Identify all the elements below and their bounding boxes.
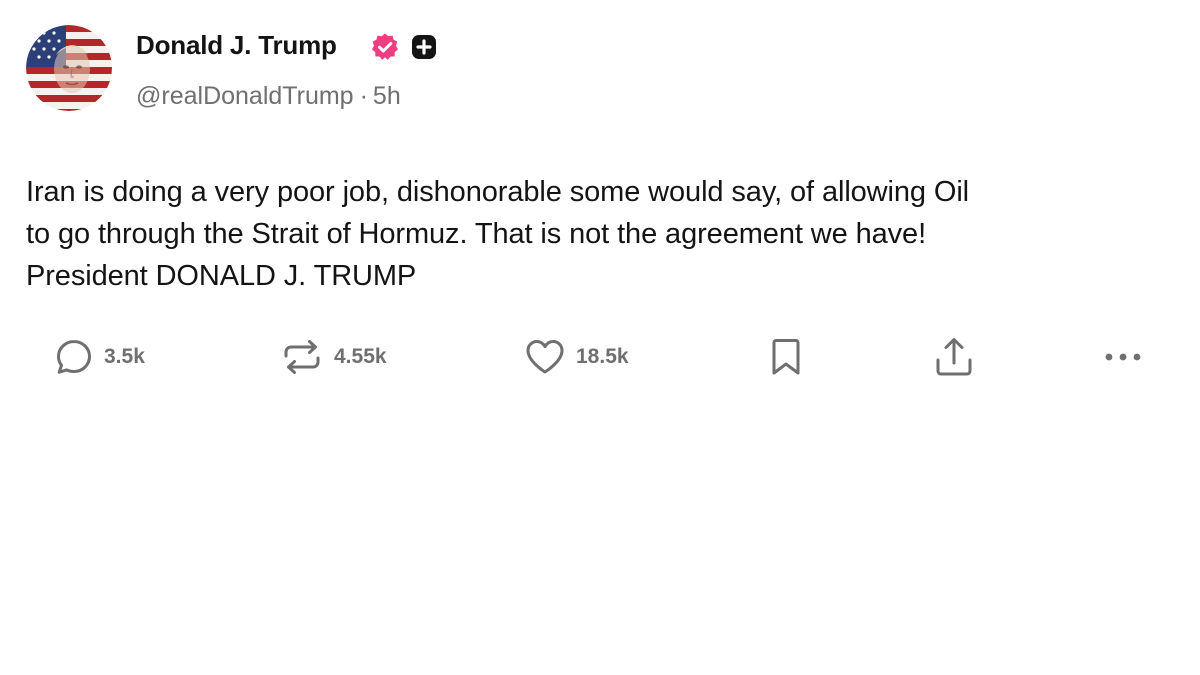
share-upload-icon xyxy=(936,338,972,376)
verified-check-badge-icon xyxy=(370,32,400,62)
post-card: Donald J. Trump @realDonaldTrump · 5h Iran… xyxy=(0,0,1200,675)
more-options-button[interactable] xyxy=(1100,337,1146,377)
post-text-line: to go through the Strait of Hormuz. That… xyxy=(26,218,927,250)
share-button[interactable] xyxy=(933,337,975,377)
author-name[interactable]: Donald J. Trump xyxy=(136,29,337,61)
bookmark-button[interactable] xyxy=(768,337,804,377)
reply-button[interactable]: 3.5k xyxy=(54,337,145,377)
post-text-line: President DONALD J. TRUMP xyxy=(26,260,417,292)
reply-bubble-icon xyxy=(57,340,91,374)
like-count: 18.5k xyxy=(576,345,629,368)
more-dots-icon xyxy=(1105,353,1141,361)
heart-icon xyxy=(526,340,564,374)
repost-count: 4.55k xyxy=(334,345,387,368)
post-text-line: Iran is doing a very poor job, dishonora… xyxy=(26,176,970,208)
repost-arrows-icon xyxy=(284,340,320,374)
author-handle[interactable]: @realDonaldTrump xyxy=(136,82,354,110)
like-button[interactable]: 18.5k xyxy=(524,337,629,377)
reply-count: 3.5k xyxy=(104,345,145,368)
post-body: Iran is doing a very poor job, dishonora… xyxy=(26,171,1186,297)
meta-separator: · xyxy=(359,82,368,110)
author-meta: @realDonaldTrump · 5h xyxy=(136,81,401,111)
author-avatar[interactable] xyxy=(26,25,112,111)
bookmark-icon xyxy=(772,339,800,375)
plus-badge-icon xyxy=(411,34,437,60)
flag-portrait-avatar xyxy=(26,25,112,111)
post-timestamp[interactable]: 5h xyxy=(373,82,401,110)
repost-button[interactable]: 4.55k xyxy=(280,337,387,377)
